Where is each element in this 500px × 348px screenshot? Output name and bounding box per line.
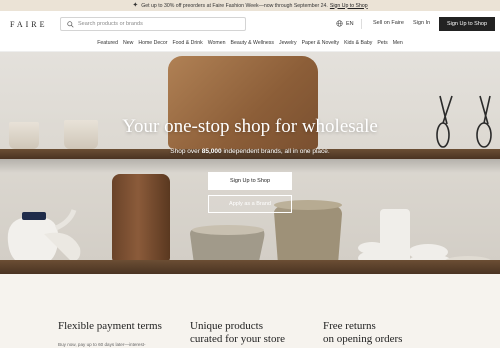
hero-brand-count: 85,000 [201, 148, 222, 155]
site-header: FAIRE EN Sell on Faire Sign In Sign Up t… [0, 11, 500, 37]
hero-subtitle-prefix: Shop over [170, 148, 200, 155]
nav-item-home-decor[interactable]: Home Decor [138, 40, 167, 46]
hero-wooden-board-image [112, 174, 170, 262]
sign-up-button[interactable]: Sign Up to Shop [439, 17, 495, 31]
apply-as-brand-button[interactable]: Apply as a Brand [208, 195, 292, 213]
sell-on-faire-link[interactable]: Sell on Faire [373, 20, 404, 26]
value-prop-payment-terms: Flexible payment terms [58, 320, 162, 333]
globe-icon [336, 20, 343, 27]
hero-title: Your one-stop shop for wholesale [122, 116, 378, 137]
search-input[interactable] [78, 21, 238, 27]
nav-item-kids-baby[interactable]: Kids & Baby [344, 40, 372, 46]
hero-kettle-image [7, 209, 81, 267]
sparkle-icon: ✦ [132, 2, 139, 9]
nav-item-food-drink[interactable]: Food & Drink [172, 40, 202, 46]
nav-item-men[interactable]: Men [393, 40, 403, 46]
value-prop-title: Unique products [190, 320, 264, 332]
value-prop-title-line2: on opening orders [323, 333, 403, 345]
hero-subtitle: Shop over 85,000 independent brands, all… [0, 148, 500, 155]
value-prop-unique-products: Unique products curated for your store [190, 320, 285, 346]
hero-decor-art [7, 95, 492, 272]
language-label: EN [346, 20, 354, 27]
hero-section: Your one-stop shop for wholesale Shop ov… [0, 52, 500, 274]
nav-item-new[interactable]: New [123, 40, 133, 46]
promo-banner: ✦ Get up to 30% off preorders at Faire F… [0, 0, 500, 11]
category-nav: Featured New Home Decor Food & Drink Wom… [0, 37, 500, 52]
promo-signup-link[interactable]: Sign Up to Shop [330, 3, 368, 9]
sign-in-link[interactable]: Sign In [413, 20, 430, 26]
header-divider [361, 19, 362, 29]
nav-item-paper-novelty[interactable]: Paper & Novelty [302, 40, 339, 46]
hero-signup-button[interactable]: Sign Up to Shop [208, 172, 292, 190]
nav-item-pets[interactable]: Pets [377, 40, 387, 46]
faire-logo[interactable]: FAIRE [10, 20, 48, 29]
promo-text: Get up to 30% off preorders at Faire Fas… [141, 2, 328, 9]
nav-item-beauty-wellness[interactable]: Beauty & Wellness [231, 40, 274, 46]
hero-shelf-bottom [0, 260, 500, 274]
nav-item-jewelry[interactable]: Jewelry [279, 40, 297, 46]
value-prop-title: Free returns [323, 320, 376, 332]
search-bar[interactable] [60, 17, 246, 31]
search-icon [67, 20, 74, 28]
nav-item-featured[interactable]: Featured [97, 40, 118, 46]
hero-subtitle-suffix: independent brands, all in one place. [223, 148, 330, 155]
value-prop-title: Flexible payment terms [58, 320, 162, 332]
nav-item-women[interactable]: Women [208, 40, 226, 46]
value-prop-title-line2: curated for your store [190, 333, 285, 345]
language-selector[interactable]: EN [336, 20, 354, 27]
value-prop-description: Buy now, pay up to 60 days later—interes… [58, 342, 146, 347]
value-prop-free-returns: Free returns on opening orders [323, 320, 402, 346]
